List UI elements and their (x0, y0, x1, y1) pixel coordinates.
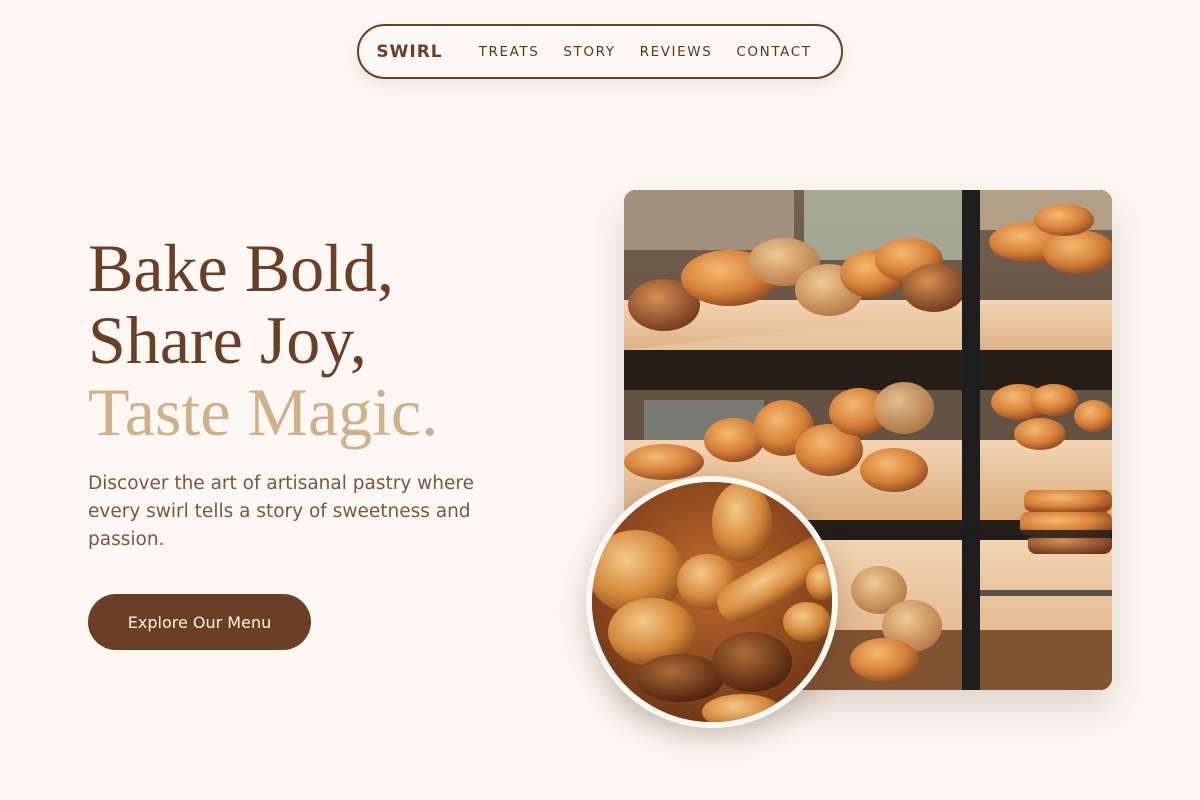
headline-line-1: Bake Bold, (88, 230, 394, 306)
nav-link-contact[interactable]: CONTACT (736, 44, 811, 60)
headline-line-2: Share Joy, (88, 302, 367, 378)
headline-line-3: Taste Magic. (88, 374, 439, 450)
brand-logo[interactable]: SWIRL (376, 42, 442, 62)
hero-description: Discover the art of artisanal pastry whe… (88, 473, 474, 550)
nav-link-story[interactable]: STORY (563, 44, 615, 60)
explore-menu-button[interactable]: Explore Our Menu (88, 594, 311, 650)
hero-headline: Bake Bold, Share Joy, Taste Magic. (88, 232, 438, 448)
nav-link-treats[interactable]: TREATS (479, 44, 540, 60)
top-nav: SWIRL TREATS STORY REVIEWS CONTACT (357, 24, 843, 79)
nav-link-reviews[interactable]: REVIEWS (640, 44, 713, 60)
bread-basket-photo (586, 476, 838, 728)
